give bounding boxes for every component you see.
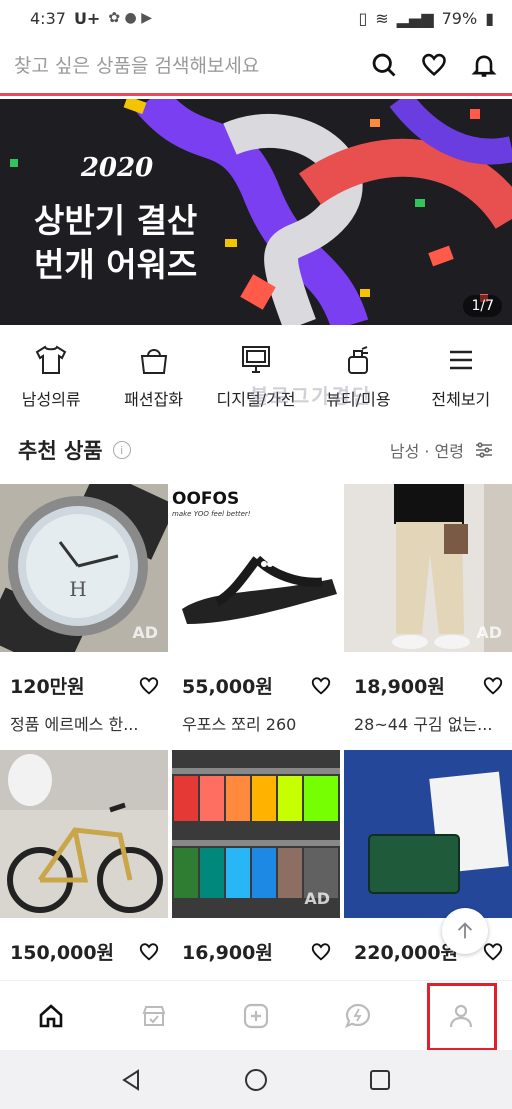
product-card[interactable]: 150,000원	[0, 750, 168, 1016]
product-grid: H AD 120만원 정품 에르메스 한... OOFOS make YOO f…	[0, 484, 512, 1016]
recents-icon[interactable]	[367, 1067, 393, 1093]
category-view-all[interactable]: 전체보기	[410, 330, 512, 420]
product-price: 18,900원	[354, 676, 445, 698]
watermark: 블로그가경단	[250, 384, 373, 408]
svg-text:H: H	[69, 577, 86, 601]
product-image-bicycle	[0, 750, 168, 918]
menu-icon	[449, 350, 472, 370]
ad-tag: AD	[304, 889, 330, 908]
bottom-nav	[0, 980, 512, 1050]
product-image-wallet	[344, 750, 512, 918]
filter-button[interactable]: 남성 · 연령	[390, 438, 494, 462]
product-price: 16,900원	[182, 942, 273, 964]
brand-slogan: make YOO feel better!	[172, 510, 251, 518]
vibrate-icon: ▯	[358, 8, 368, 28]
category-label: 전체보기	[431, 390, 491, 409]
product-image-shorts: AD	[172, 750, 340, 918]
profile-icon	[449, 1004, 472, 1027]
monitor-icon	[242, 346, 271, 373]
perfume-icon	[348, 346, 369, 374]
nav-shop[interactable]	[102, 981, 204, 1050]
banner-badge: 2020	[80, 153, 154, 183]
info-icon[interactable]: i	[112, 441, 131, 459]
product-card[interactable]: OOFOS make YOO feel better! 55,000원 우포스 …	[172, 484, 340, 750]
category-mens-clothing[interactable]: 남성의류	[0, 330, 102, 420]
back-icon[interactable]	[119, 1067, 145, 1093]
shop-icon	[142, 1005, 165, 1026]
banner-page-indicator: 1/7	[463, 295, 502, 317]
category-label: 남성의류	[21, 390, 81, 409]
product-card[interactable]: 220,000원	[344, 750, 512, 1016]
heart-icon[interactable]	[420, 51, 448, 79]
heart-icon[interactable]	[482, 675, 504, 697]
filter-icon	[476, 442, 492, 458]
talk-icon	[345, 1003, 371, 1028]
status-time: 4:37	[30, 8, 66, 28]
bell-icon[interactable]	[470, 51, 498, 79]
home-circle-icon[interactable]	[243, 1067, 269, 1093]
heart-icon[interactable]	[138, 941, 160, 963]
category-fashion-goods[interactable]: 패션잡화	[102, 330, 204, 420]
heart-icon[interactable]	[138, 675, 160, 697]
battery-icon: ▮	[485, 8, 494, 28]
search-header: 찾고 싶은 상품을 검색해보세요	[0, 36, 512, 96]
add-icon	[243, 1003, 269, 1028]
bag-icon	[140, 349, 167, 374]
product-price: 150,000원	[10, 942, 115, 964]
nav-talk[interactable]	[307, 981, 409, 1050]
heart-icon[interactable]	[310, 675, 332, 697]
product-image-pants: AD	[344, 484, 512, 652]
search-input[interactable]: 찾고 싶은 상품을 검색해보세요	[14, 51, 370, 78]
ad-tag: AD	[132, 623, 158, 642]
nav-profile[interactable]	[410, 981, 512, 1050]
brand-logo: OOFOS	[172, 489, 239, 509]
filter-label: 남성 · 연령	[389, 442, 464, 461]
product-name: 28~44 구김 없는...	[354, 715, 493, 734]
home-icon	[39, 1003, 63, 1027]
nav-home[interactable]	[0, 981, 102, 1050]
product-name: 우포스 쪼리 260	[182, 715, 297, 734]
product-image-watch: H AD	[0, 484, 168, 652]
product-price: 120만원	[10, 676, 85, 698]
status-bar: 4:37 U+ ✿ ● ▶ ▯ ≋ ▂▄▆ 79% ▮	[0, 0, 512, 36]
scroll-top-button[interactable]	[442, 908, 488, 954]
section-title: 추천 상품	[18, 439, 103, 463]
notification-icon: ✿ ● ▶	[108, 10, 152, 26]
heart-icon[interactable]	[482, 941, 504, 963]
tshirt-icon	[35, 345, 67, 374]
heart-icon[interactable]	[310, 941, 332, 963]
product-image-sandal: OOFOS make YOO feel better!	[172, 484, 340, 652]
arrow-up-icon	[457, 922, 473, 939]
product-price: 55,000원	[182, 676, 273, 698]
search-icon[interactable]	[370, 51, 398, 79]
product-card[interactable]: H AD 120만원 정품 에르메스 한...	[0, 484, 168, 750]
product-card[interactable]: AD 18,900원 28~44 구김 없는...	[344, 484, 512, 750]
banner-title: 상반기 결산 번개 어워즈	[34, 201, 198, 284]
battery-percent: 79%	[441, 8, 478, 28]
carrier-label: U+	[73, 8, 101, 28]
product-price: 220,000원	[354, 942, 459, 964]
signal-icon: ▂▄▆	[396, 8, 434, 28]
product-name: 정품 에르메스 한...	[10, 715, 139, 734]
recommended-header: 추천 상품 i 남성 · 연령	[0, 430, 512, 470]
category-label: 패션잡화	[124, 390, 184, 409]
promo-banner[interactable]: 2020 상반기 결산 번개 어워즈 1/7	[0, 99, 512, 325]
nav-register[interactable]	[205, 981, 307, 1050]
system-nav-bar	[0, 1050, 512, 1109]
ad-tag: AD	[476, 623, 502, 642]
wifi-icon: ≋	[375, 8, 389, 28]
product-card[interactable]: AD 16,900원	[172, 750, 340, 1016]
